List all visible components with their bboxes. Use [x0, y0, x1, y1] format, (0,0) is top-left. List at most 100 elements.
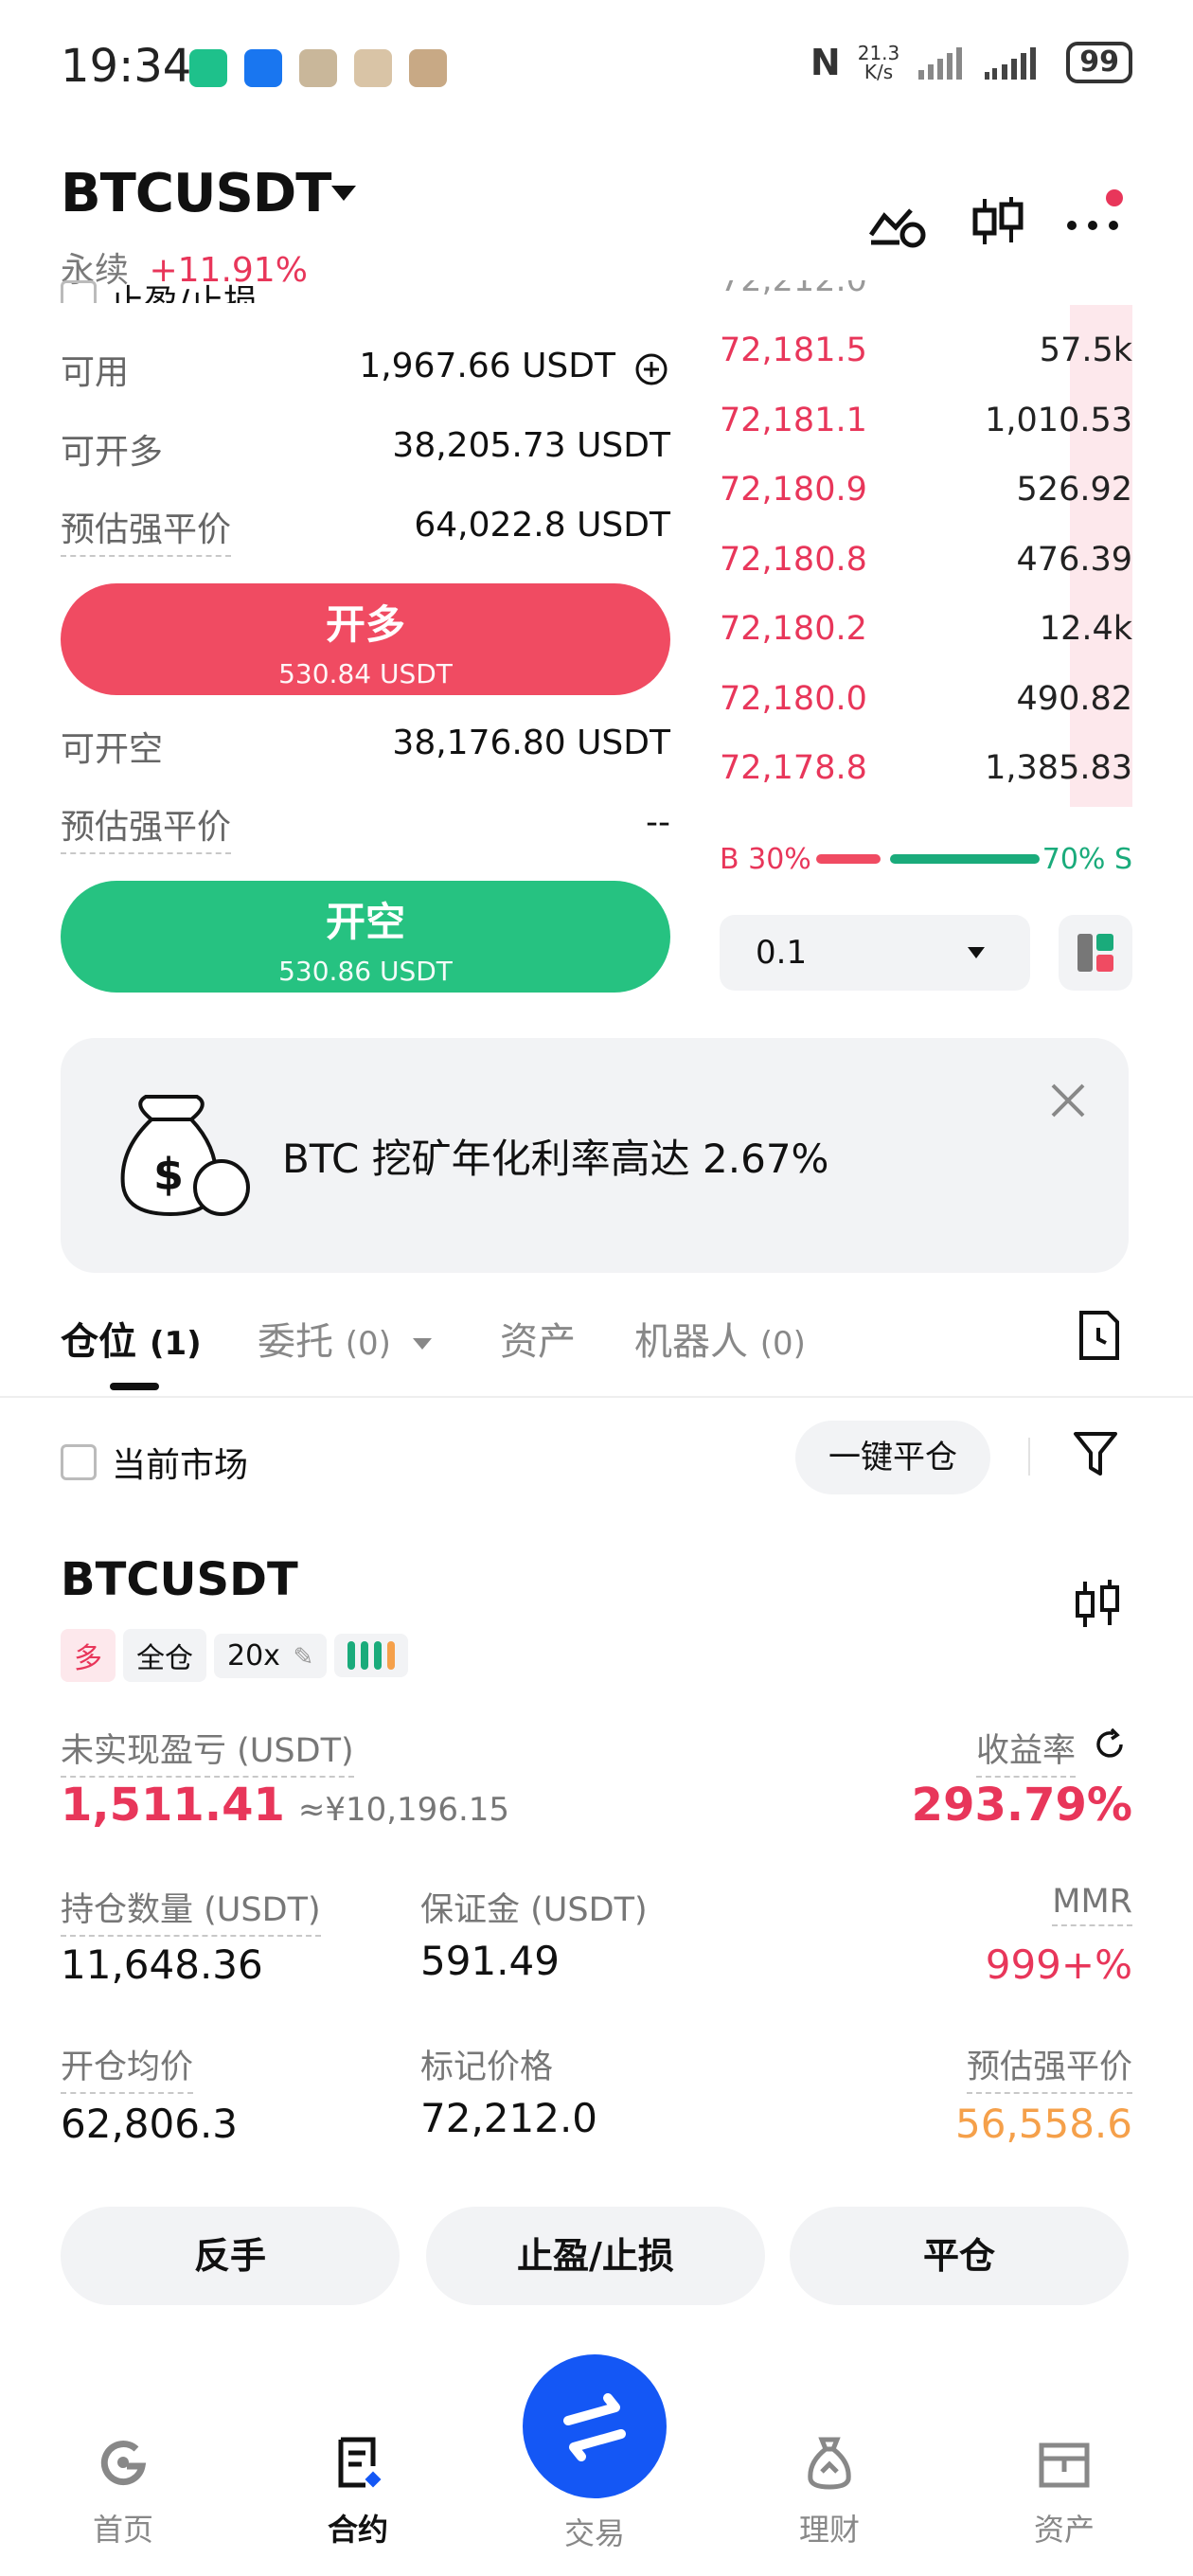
network-speed: 21.3 K/s — [858, 44, 900, 81]
orderbook-layout-button[interactable] — [1059, 915, 1132, 991]
chevron-down-icon — [968, 947, 985, 958]
orderbook-price: 72,180.0 — [720, 680, 867, 718]
filter-icon[interactable] — [1072, 1428, 1119, 1479]
liq-price-long-label[interactable]: 预估强平价 — [61, 502, 232, 557]
current-market-checkbox[interactable] — [61, 1444, 97, 1480]
unrealized-pnl: 1,511.41 ≈¥10,196.15 — [61, 1779, 509, 1832]
roe-label[interactable]: 收益率 — [975, 1724, 1076, 1778]
close-icon[interactable] — [1049, 1082, 1087, 1119]
divider — [0, 1396, 1193, 1398]
nav-assets[interactable]: 资产 — [988, 2434, 1140, 2549]
open-short-label: 开空 — [325, 899, 405, 945]
sell-ratio: 70% S — [1042, 843, 1132, 876]
position-symbol[interactable]: BTCUSDT — [61, 1553, 298, 1606]
tpsl-button[interactable]: 止盈/止损 — [426, 2207, 765, 2305]
orderbook-row[interactable]: 72,180.0 490.82 — [720, 672, 1132, 729]
position-tags: 多 全仓 20x ✎ — [61, 1629, 409, 1682]
mark-price-label: 标记价格 — [420, 2048, 554, 2086]
orderbook-row[interactable]: 72,180.8 476.39 — [720, 533, 1132, 590]
close-position-button[interactable]: 平仓 — [790, 2207, 1129, 2305]
orderbook-cut-price: 72,212.0 — [720, 280, 909, 303]
nav-contract[interactable]: 合约 — [282, 2434, 434, 2549]
chevron-down-icon[interactable] — [412, 1338, 432, 1350]
open-long-label: 开多 — [325, 601, 405, 648]
orderbook-price: 72,180.8 — [720, 541, 867, 579]
orderbook-asks: 72,181.5 57.5k 72,181.1 1,010.53 72,180.9 526… — [720, 305, 1132, 807]
status-indicators: N 21.3 K/s 99 — [810, 42, 1132, 83]
tpsl-checkbox[interactable] — [61, 280, 97, 303]
promo-banner[interactable]: $ BTC 挖矿年化利率高达 2.67% — [61, 1038, 1129, 1273]
buy-ratio: B 30% — [720, 843, 811, 876]
tab-positions[interactable]: 仓位 (1) — [61, 1311, 202, 1366]
tab-count: (0) — [759, 1325, 806, 1363]
open-long-button[interactable]: 开多 530.84 USDT — [61, 583, 670, 695]
orderbook-quantity: 526.92 — [1016, 471, 1132, 509]
tpsl-label: 止盈/止损 — [110, 283, 258, 303]
signal-icon — [985, 47, 1037, 80]
open-long-amount: 530.84 USDT — [278, 658, 453, 689]
liq-price-label[interactable]: 预估强平价 — [966, 2040, 1132, 2094]
history-icon[interactable] — [1074, 1309, 1123, 1362]
nav-trade-button[interactable] — [523, 2354, 667, 2498]
tab-orders[interactable]: 委托 (0) — [258, 1311, 432, 1366]
ratio-bar-buy — [816, 854, 881, 864]
nav-label: 合约 — [327, 2512, 388, 2548]
symbol-selector[interactable]: BTCUSDT — [61, 163, 331, 224]
battery-indicator: 99 — [1066, 42, 1132, 83]
can-long-label: 可开多 — [61, 433, 164, 472]
orderbook-row[interactable]: 72,180.2 12.4k — [720, 602, 1132, 659]
edit-icon: ✎ — [293, 1642, 314, 1672]
network-speed-value: 21.3 — [857, 42, 900, 64]
orderbook-quantity: 57.5k — [1039, 331, 1132, 369]
nav-label: 理财 — [798, 2512, 860, 2548]
mmr-label[interactable]: MMR — [1052, 1883, 1132, 1926]
leverage-badge[interactable]: 20x ✎ — [214, 1633, 328, 1678]
tab-label: 仓位 — [61, 1320, 136, 1364]
liq-price-short-label[interactable]: 预估强平价 — [61, 799, 232, 854]
close-all-button[interactable]: 一键平仓 — [795, 1421, 990, 1494]
network-speed-unit: K/s — [864, 61, 894, 83]
nav-earn[interactable]: 理财 — [754, 2434, 905, 2549]
position-size-label[interactable]: 持仓数量 (USDT) — [61, 1883, 321, 1937]
entry-price-label[interactable]: 开仓均价 — [61, 2040, 194, 2094]
side-badge: 多 — [61, 1629, 116, 1682]
orderbook-row[interactable]: 72,181.5 57.5k — [720, 324, 1132, 381]
orderbook-row[interactable]: 72,178.8 1,385.83 — [720, 742, 1132, 798]
margin-mode-badge: 全仓 — [123, 1629, 206, 1682]
nav-trade-label[interactable]: 交易 — [523, 2510, 667, 2553]
reverse-button[interactable]: 反手 — [61, 2207, 400, 2305]
unrealized-pnl-cny: ≈¥10,196.15 — [297, 1791, 510, 1829]
swap-icon — [563, 2393, 626, 2461]
divider — [1028, 1438, 1030, 1476]
position-size-value: 11,648.36 — [61, 1941, 263, 1988]
price-alert-icon[interactable] — [867, 193, 928, 250]
app-notification-icon — [354, 49, 392, 87]
current-market-filter[interactable]: 当前市场 — [61, 1438, 248, 1487]
available-value: 1,967.66 USDT — [359, 347, 615, 385]
orderbook-row[interactable]: 72,180.9 526.92 — [720, 463, 1132, 520]
nav-home[interactable]: 首页 — [47, 2434, 199, 2549]
transfer-add-icon[interactable] — [634, 352, 668, 386]
candlestick-chart-icon[interactable] — [968, 193, 1028, 250]
orderbook-price: 72,181.5 — [720, 331, 867, 369]
precision-select[interactable]: 0.1 — [720, 915, 1030, 991]
roe-value: 293.79% — [911, 1779, 1132, 1832]
refresh-icon[interactable] — [1093, 1727, 1127, 1762]
contract-icon — [338, 2437, 382, 2488]
tab-assets[interactable]: 资产 — [500, 1311, 576, 1366]
status-time: 19:34 — [61, 40, 192, 93]
ratio-bar-sell — [890, 854, 1040, 864]
tab-count: (1) — [149, 1325, 202, 1363]
current-market-label: 当前市场 — [112, 1446, 249, 1485]
orderbook-price: 72,181.1 — [720, 402, 867, 439]
home-icon — [100, 2441, 147, 2486]
available-label: 可用 — [61, 353, 130, 392]
app-notification-icon — [189, 49, 227, 87]
candlestick-chart-icon[interactable] — [1072, 1576, 1123, 1633]
nfc-icon: N — [810, 42, 841, 83]
tab-bots[interactable]: 机器人 (0) — [634, 1311, 806, 1366]
unrealized-pnl-label[interactable]: 未实现盈亏 (USDT) — [61, 1724, 354, 1778]
open-short-button[interactable]: 开空 530.86 USDT — [61, 881, 670, 993]
chevron-down-icon[interactable] — [331, 186, 356, 201]
orderbook-row[interactable]: 72,181.1 1,010.53 — [720, 394, 1132, 451]
